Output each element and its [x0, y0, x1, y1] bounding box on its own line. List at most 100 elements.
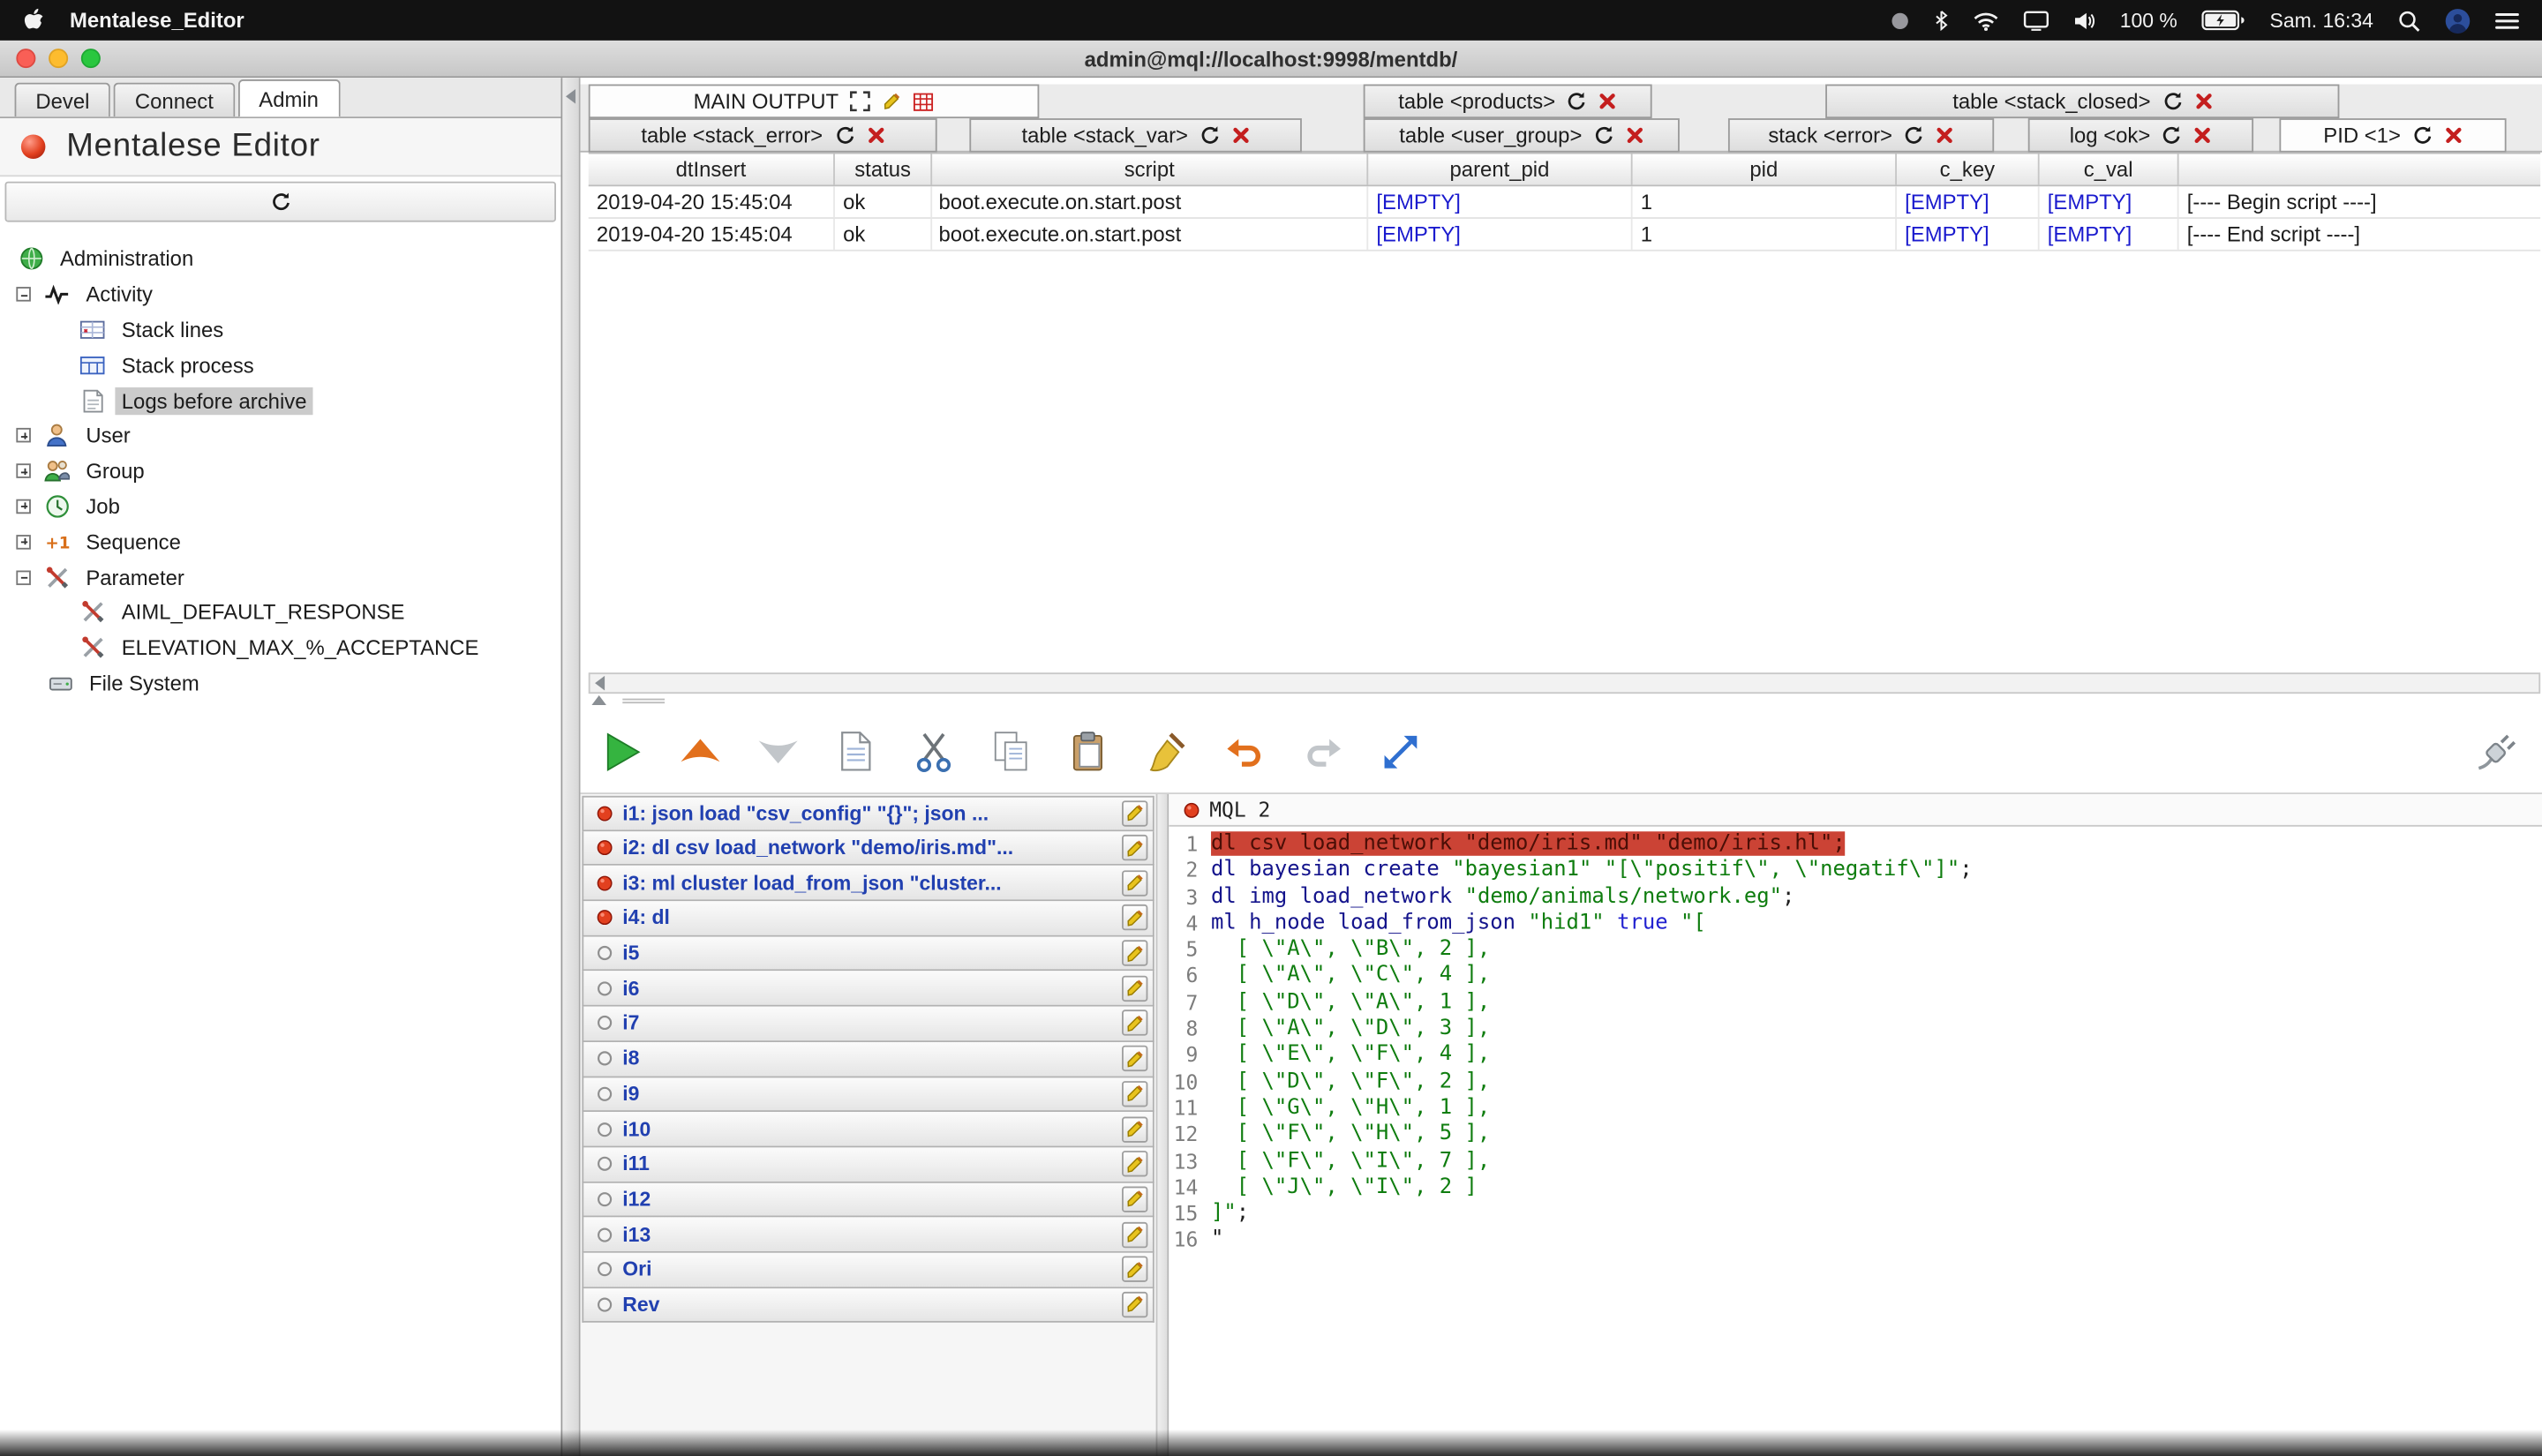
script-item-i9[interactable]: i9: [582, 1077, 1154, 1113]
close-icon[interactable]: [2194, 93, 2212, 110]
plus-expander-icon[interactable]: [16, 535, 31, 550]
cut-button[interactable]: [906, 722, 960, 780]
plus-expander-icon[interactable]: [16, 464, 31, 479]
edit-button[interactable]: [1122, 1186, 1147, 1212]
code-line[interactable]: 10 [ \"D\", \"F\", 2 ],: [1169, 1069, 2542, 1096]
battery-icon[interactable]: [2201, 10, 2245, 31]
tab-stack-error[interactable]: stack <error>: [1728, 118, 1994, 153]
bluetooth-icon[interactable]: [1934, 10, 1949, 31]
collapse-left-icon[interactable]: [564, 89, 577, 104]
code-line[interactable]: 1dl csv load_network "demo/iris.md" "dem…: [1169, 831, 2542, 858]
table-row[interactable]: 2019-04-20 15:45:04okboot.execute.on.sta…: [589, 186, 2540, 219]
tab-table-user-group[interactable]: table <user_group>: [1364, 118, 1680, 153]
volume-icon[interactable]: [2072, 11, 2095, 30]
edit-button[interactable]: [1122, 1151, 1147, 1176]
script-item-i11[interactable]: i11: [582, 1147, 1154, 1182]
plus-expander-icon[interactable]: [16, 429, 31, 444]
close-icon[interactable]: [867, 126, 884, 144]
script-item-i4[interactable]: i4: dl: [582, 901, 1154, 936]
script-item-i5[interactable]: i5: [582, 936, 1154, 972]
edit-button[interactable]: [1122, 870, 1147, 896]
edit-button[interactable]: [1122, 1221, 1147, 1247]
red-grid-icon[interactable]: [914, 92, 935, 111]
sidebar-tab-admin[interactable]: Admin: [237, 79, 339, 116]
column-header-dtinsert[interactable]: dtInsert: [589, 154, 835, 184]
code-line[interactable]: 9 [ \"E\", \"F\", 4 ],: [1169, 1043, 2542, 1069]
list-editor-splitter[interactable]: [1156, 794, 1169, 1456]
column-header-c-val[interactable]: c_val: [2040, 154, 2179, 184]
code-line[interactable]: 16": [1169, 1227, 2542, 1254]
copy-button[interactable]: [984, 722, 1038, 780]
code-line[interactable]: 7 [ \"D\", \"A\", 1 ],: [1169, 990, 2542, 1017]
wifi-icon[interactable]: [1973, 11, 1998, 30]
edit-button[interactable]: [1122, 1292, 1147, 1317]
script-item-i6[interactable]: i6: [582, 972, 1154, 1007]
script-item-i1[interactable]: i1: json load "csv_config" "{}"; json ..…: [582, 796, 1154, 831]
horizontal-scrollbar[interactable]: [589, 672, 2540, 694]
edit-button[interactable]: [1122, 905, 1147, 931]
code-line[interactable]: 3dl img load_network "demo/animals/netwo…: [1169, 884, 2542, 911]
menubar-app-name[interactable]: Mentalese_Editor: [70, 8, 244, 33]
connection-button[interactable]: [2469, 722, 2523, 780]
clean-button[interactable]: [1139, 722, 1193, 780]
tree-item-group[interactable]: Group: [0, 454, 561, 489]
sidebar-tab-connect[interactable]: Connect: [114, 83, 235, 117]
refresh-icon[interactable]: [1567, 91, 1588, 112]
script-item-i3[interactable]: i3: ml cluster load_from_json "cluster..…: [582, 867, 1154, 902]
redo-button[interactable]: [1296, 722, 1350, 780]
splitter-handle[interactable]: [622, 699, 665, 704]
refresh-icon[interactable]: [834, 124, 855, 146]
script-item-i7[interactable]: i7: [582, 1007, 1154, 1042]
apple-icon[interactable]: [23, 8, 44, 33]
tree-item-sequence[interactable]: +1Sequence: [0, 524, 561, 559]
close-icon[interactable]: [1232, 126, 1250, 144]
refresh-icon[interactable]: [1593, 124, 1614, 146]
close-button[interactable]: [16, 49, 35, 68]
close-icon[interactable]: [2445, 126, 2463, 144]
script-item-rev[interactable]: Rev: [582, 1288, 1154, 1324]
toolbar-splitter[interactable]: [591, 695, 665, 707]
menu-icon[interactable]: [2495, 11, 2520, 30]
code-line[interactable]: 15]";: [1169, 1201, 2542, 1227]
code-line[interactable]: 5 [ \"A\", \"B\", 2 ],: [1169, 937, 2542, 964]
column-header-status[interactable]: status: [835, 154, 932, 184]
collapse-up-icon[interactable]: [591, 695, 606, 707]
scroll-left-icon[interactable]: [593, 676, 606, 691]
code-line[interactable]: 12 [ \"F\", \"H\", 5 ],: [1169, 1122, 2542, 1149]
tree-item-activity[interactable]: Activity: [0, 277, 561, 312]
new-script-button[interactable]: [829, 722, 883, 780]
column-header-item[interactable]: [2179, 154, 2541, 184]
script-item-i13[interactable]: i13: [582, 1218, 1154, 1253]
edit-button[interactable]: [1122, 1010, 1147, 1036]
tree-item-stack-lines[interactable]: Stack lines: [0, 312, 561, 348]
column-header-pid[interactable]: pid: [1633, 154, 1897, 184]
script-item-i10[interactable]: i10: [582, 1112, 1154, 1147]
refresh-icon[interactable]: [1200, 124, 1221, 146]
code-line[interactable]: 13 [ \"F\", \"I\", 7 ],: [1169, 1148, 2542, 1175]
edit-button[interactable]: [1122, 1046, 1147, 1071]
code-line[interactable]: 8 [ \"A\", \"D\", 3 ],: [1169, 1017, 2542, 1043]
refresh-icon[interactable]: [2162, 124, 2183, 146]
tree-item-logs-before-archive[interactable]: Logs before archive: [0, 383, 561, 418]
edit-button[interactable]: [1122, 1081, 1147, 1107]
close-icon[interactable]: [1937, 126, 1954, 144]
user-icon[interactable]: [2445, 7, 2471, 33]
close-icon[interactable]: [2194, 126, 2212, 144]
code-line[interactable]: 6 [ \"A\", \"C\", 4 ],: [1169, 964, 2542, 990]
expand-icon[interactable]: [850, 91, 871, 112]
edit-button[interactable]: [1122, 835, 1147, 860]
tab-pid-1[interactable]: PID <1>: [2279, 118, 2506, 153]
table-row[interactable]: 2019-04-20 15:45:04okboot.execute.on.sta…: [589, 219, 2540, 251]
tree-item-job[interactable]: Job: [0, 489, 561, 524]
tree-item-elevation-max-acceptance[interactable]: ELEVATION_MAX_%_ACCEPTANCE: [0, 630, 561, 665]
tab-log-ok[interactable]: log <ok>: [2028, 118, 2253, 153]
tree-item-user[interactable]: User: [0, 418, 561, 454]
dnd-icon[interactable]: [1890, 11, 1909, 30]
tree-refresh-button[interactable]: [5, 182, 556, 222]
script-item-i12[interactable]: i12: [582, 1182, 1154, 1218]
refresh-icon[interactable]: [2412, 124, 2433, 146]
window-titlebar[interactable]: admin@mql://localhost:9998/mentdb/: [0, 41, 2542, 78]
edit-button[interactable]: [1122, 800, 1147, 826]
tab-table-stack-closed[interactable]: table <stack_closed>: [1825, 85, 2339, 119]
code-line[interactable]: 11 [ \"G\", \"H\", 1 ],: [1169, 1096, 2542, 1122]
